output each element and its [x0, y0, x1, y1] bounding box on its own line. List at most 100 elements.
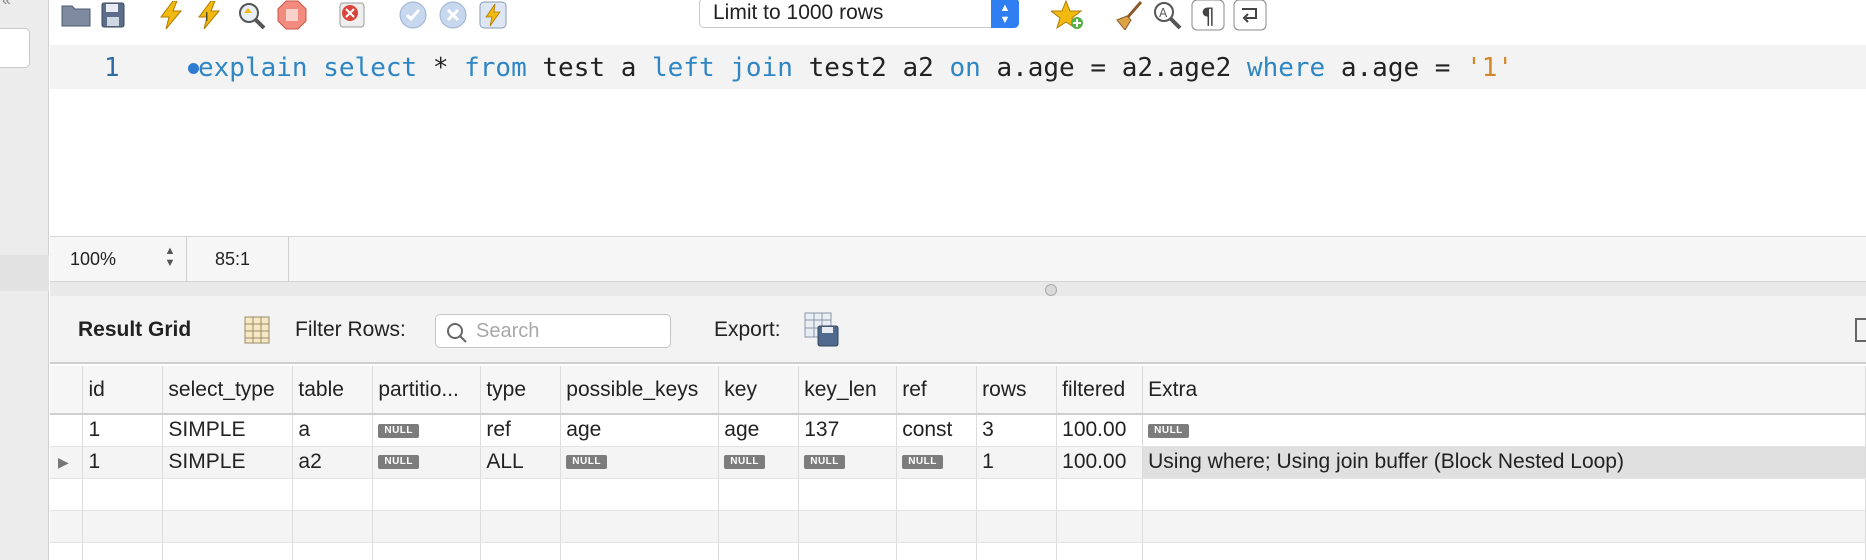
execute-icon[interactable] — [156, 0, 186, 30]
limit-rows-select[interactable]: Limit to 1000 rows ▲ ▼ — [699, 0, 1019, 28]
empty-row — [50, 510, 1866, 543]
table-cell[interactable]: 1 — [976, 446, 1058, 479]
sql-keyword: on — [949, 53, 981, 83]
collapse-chevron-icon[interactable]: « — [2, 0, 11, 10]
bookmark-icon[interactable] — [1050, 0, 1086, 30]
table-row[interactable]: ▶ 1 SIMPLE a2 NULL ALL NULL NULL NULL NU… — [50, 446, 1866, 479]
filter-rows-label: Filter Rows: — [295, 318, 406, 341]
row-marker-header — [50, 366, 84, 415]
rollback-icon[interactable] — [436, 0, 470, 30]
table-cell[interactable]: NULL — [560, 446, 720, 479]
null-badge: NULL — [804, 455, 845, 470]
execute-current-icon[interactable]: I — [194, 0, 224, 30]
zoom-stepper-icon[interactable]: ▲ ▼ — [162, 245, 178, 273]
table-row[interactable]: 1 SIMPLE a NULL ref age age 137 const 3 … — [50, 414, 1866, 447]
column-header[interactable]: possible_keys — [560, 366, 720, 415]
sql-identifier: test — [542, 53, 606, 83]
table-cell[interactable]: NULL — [798, 446, 898, 479]
sql-statement[interactable]: explain select * from test a left join t… — [198, 53, 1513, 83]
zoom-level[interactable]: 100% — [70, 249, 116, 270]
table-cell[interactable]: NULL — [372, 446, 482, 479]
column-header[interactable]: filtered — [1056, 366, 1144, 415]
current-row-marker-icon[interactable]: ▶ — [50, 446, 84, 479]
table-cell[interactable]: SIMPLE — [162, 414, 294, 447]
table-cell[interactable]: NULL — [718, 446, 800, 479]
sidebar-selected-item[interactable] — [0, 255, 49, 291]
table-cell[interactable]: NULL — [1142, 414, 1866, 447]
column-header[interactable]: key_len — [798, 366, 898, 415]
pane-splitter[interactable] — [50, 282, 1866, 296]
table-cell[interactable]: a — [292, 414, 374, 447]
sql-editor-toolbar: I Limit to 1000 rows ▲ ▼ A ¶ — [50, 0, 1866, 38]
sql-keyword: select — [323, 53, 418, 83]
beautify-icon[interactable] — [1112, 0, 1148, 30]
table-cell[interactable]: 137 — [798, 414, 898, 447]
sql-identifier: a2.age2 — [1121, 53, 1232, 83]
divider — [288, 237, 289, 283]
null-badge: NULL — [1148, 423, 1189, 438]
table-cell[interactable]: 3 — [976, 414, 1058, 447]
commit-icon[interactable] — [396, 0, 430, 30]
filter-search-input[interactable] — [476, 319, 664, 343]
selected-cell[interactable]: Using where; Using join buffer (Block Ne… — [1142, 446, 1866, 479]
result-grid-tab[interactable]: Result Grid — [78, 318, 191, 342]
explain-icon[interactable] — [234, 0, 268, 30]
left-sidebar: « — [0, 0, 49, 560]
invisibles-icon[interactable]: ¶ — [1190, 0, 1226, 31]
autocommit-icon[interactable] — [476, 0, 510, 30]
table-cell[interactable]: age — [560, 414, 720, 447]
table-cell[interactable]: NULL — [896, 446, 978, 479]
table-cell[interactable]: 1 — [82, 446, 164, 479]
sql-operator: * — [432, 53, 449, 83]
wrap-icon[interactable] — [1232, 0, 1268, 31]
table-cell[interactable]: 100.00 — [1056, 446, 1144, 479]
table-cell[interactable]: a2 — [292, 446, 374, 479]
null-badge: NULL — [724, 455, 765, 470]
table-cell[interactable]: age — [718, 414, 800, 447]
panel-toggle-icon[interactable] — [1855, 318, 1866, 342]
column-header[interactable]: ref — [896, 366, 978, 415]
sql-identifier: a.age — [1340, 53, 1420, 83]
export-icon[interactable] — [804, 312, 840, 353]
line-number: 1 — [104, 53, 120, 83]
stop-icon[interactable] — [276, 0, 308, 30]
table-cell[interactable]: NULL — [372, 414, 482, 447]
table-cell[interactable]: 100.00 — [1056, 414, 1144, 447]
column-header[interactable]: Extra — [1142, 366, 1866, 415]
column-header[interactable]: table — [292, 366, 374, 415]
result-table: id select_type table partitio... type po… — [50, 366, 1866, 560]
sidebar-search-box[interactable] — [0, 28, 30, 68]
row-marker[interactable] — [50, 414, 84, 447]
editor-status-bar: 100% ▲ ▼ 85:1 — [50, 236, 1866, 283]
column-header[interactable]: id — [82, 366, 164, 415]
column-header[interactable]: key — [718, 366, 800, 415]
column-header[interactable]: type — [480, 366, 562, 415]
table-cell[interactable]: ALL — [480, 446, 562, 479]
splitter-handle-icon[interactable] — [1045, 284, 1057, 296]
column-header[interactable]: partitio... — [372, 366, 482, 415]
sql-keyword: explain — [198, 53, 308, 83]
empty-row — [50, 478, 1866, 511]
save-icon[interactable] — [98, 0, 128, 30]
grid-view-icon[interactable] — [244, 316, 270, 349]
result-grid[interactable]: id select_type table partitio... type po… — [50, 366, 1866, 560]
column-header[interactable]: rows — [976, 366, 1058, 415]
search-icon — [446, 322, 468, 349]
find-icon[interactable]: A — [1150, 0, 1184, 30]
table-cell[interactable]: SIMPLE — [162, 446, 294, 479]
filter-search-box[interactable] — [435, 314, 671, 348]
null-badge: NULL — [566, 455, 607, 470]
result-toolbar: Result Grid Filter Rows: Export: — [50, 296, 1866, 364]
toggle-error-stop-icon[interactable] — [336, 0, 368, 30]
sql-identifier: a.age — [996, 53, 1075, 83]
open-folder-icon[interactable] — [56, 0, 96, 30]
sql-editor[interactable]: 1 explain select * from test a left join… — [50, 45, 1866, 235]
column-header[interactable]: select_type — [162, 366, 294, 415]
export-label: Export: — [714, 318, 781, 341]
table-cell[interactable]: const — [896, 414, 978, 447]
select-arrows-icon: ▲ ▼ — [991, 0, 1019, 28]
table-cell[interactable]: 1 — [82, 414, 164, 447]
divider — [186, 237, 187, 283]
sql-string-literal: '1' — [1466, 53, 1514, 83]
table-cell[interactable]: ref — [480, 414, 562, 447]
